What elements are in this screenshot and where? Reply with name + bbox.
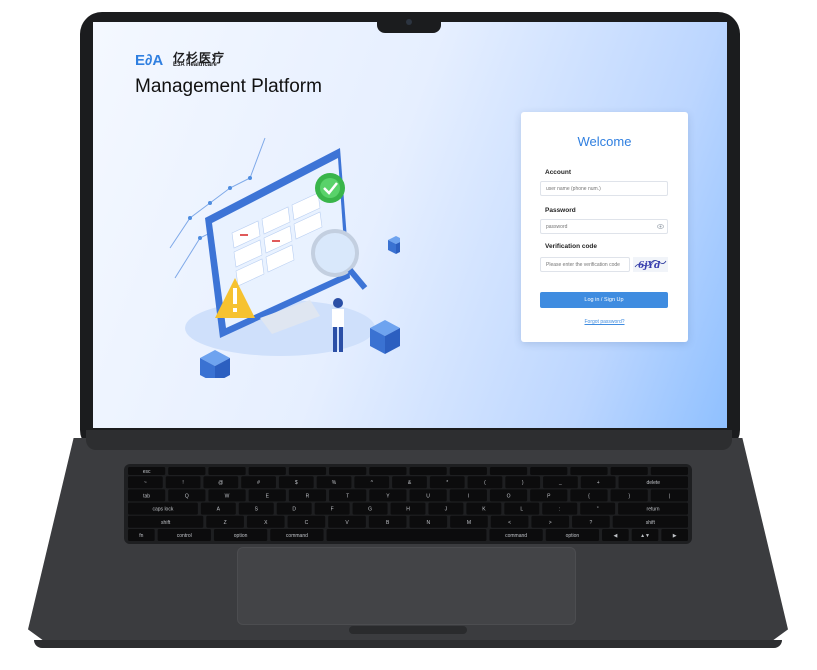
keyboard-key-label: command <box>286 533 308 539</box>
keyboard-key <box>326 529 487 541</box>
account-input[interactable] <box>540 181 668 196</box>
camera-notch <box>377 14 441 33</box>
brand-name-en: E3A Healthcare <box>173 62 217 68</box>
password-input[interactable] <box>540 219 668 234</box>
login-button[interactable]: Log in / Sign Up <box>540 292 668 308</box>
keyboard-key <box>530 467 568 475</box>
password-label: Password <box>545 207 576 214</box>
keyboard-key <box>329 467 367 475</box>
forgot-password-link[interactable]: Forgot password? <box>521 319 688 325</box>
keyboard-key-label: $ <box>295 480 298 486</box>
keyboard-key-label: < <box>508 520 511 526</box>
keyboard-key-label: _ <box>558 480 562 486</box>
keyboard-key-label: @ <box>218 480 223 486</box>
keyboard-key <box>208 467 246 475</box>
keyboard-key-label: Z <box>224 520 227 526</box>
keyboard-key-label: > <box>549 520 552 526</box>
keyboard-key <box>369 467 407 475</box>
account-label: Account <box>545 169 571 176</box>
keyboard-key-label: + <box>597 480 600 486</box>
keyboard-key-label: # <box>257 480 260 486</box>
keyboard-key-label: T <box>346 493 349 499</box>
keyboard-key <box>489 467 528 475</box>
keyboard-key-label: C <box>305 520 309 526</box>
keyboard-key <box>409 467 447 475</box>
keyboard-key-label: D <box>292 507 296 513</box>
keyboard-key-label: control <box>177 533 192 539</box>
keyboard-key-label: | <box>669 493 670 499</box>
keyboard-key-label: option <box>234 533 248 539</box>
welcome-heading: Welcome <box>577 134 632 149</box>
keyboard-key-label: ▲▼ <box>640 533 650 539</box>
keyboard-key-label: O <box>507 493 511 499</box>
keyboard-keys: esc~! @ # $% ^ & *() _ + deletetab Q W E R T Y U I O P{} |ca… <box>128 467 688 541</box>
keyboard-key-label: % <box>332 480 337 486</box>
keyboard-key-label: L <box>520 507 523 513</box>
keyboard-key-label: H <box>406 507 410 513</box>
keyboard-key-label: shift <box>161 520 171 526</box>
keyboard-key-label: ▶ <box>673 533 677 539</box>
keyboard-key-label: I <box>468 493 469 499</box>
keyboard-key-label: M <box>467 520 471 526</box>
keyboard-key-label: R <box>306 493 310 499</box>
keyboard-key-label: ◀ <box>613 533 617 539</box>
eye-icon[interactable] <box>657 223 664 230</box>
keyboard-key-label: command <box>505 533 527 539</box>
keyboard-key-label: ~ <box>144 480 147 486</box>
keyboard-key-label: option <box>566 533 580 539</box>
captcha-graphic: 6jYd <box>634 260 667 271</box>
keyboard-key-label: * <box>446 480 448 486</box>
svg-text:E∂A: E∂A <box>135 52 163 67</box>
keyboard-key-label: ? <box>590 520 593 526</box>
keyboard-key-label: ! <box>182 480 183 486</box>
keyboard-key <box>610 467 648 475</box>
keyboard-key-label: G <box>368 507 372 513</box>
keyboard-key <box>288 467 327 475</box>
keyboard-key-label: U <box>426 493 430 499</box>
keyboard-key-label: esc <box>143 469 151 475</box>
keyboard-key-label: " <box>597 507 599 513</box>
lid-opener <box>349 626 467 634</box>
keyboard-key <box>570 467 608 475</box>
laptop-hinge <box>86 430 732 450</box>
keyboard-key <box>449 467 487 475</box>
captcha-image[interactable]: 6jYd <box>633 257 668 272</box>
keyboard-key-label: delete <box>646 480 660 486</box>
trackpad <box>237 547 576 625</box>
keyboard-key-label: N <box>427 520 431 526</box>
keyboard-key <box>168 467 206 475</box>
camera-icon <box>406 19 412 25</box>
keyboard-key <box>248 467 286 475</box>
keyboard-key-label: W <box>225 493 230 499</box>
e3a-logo-icon: E∂A <box>135 52 163 67</box>
laptop-front-edge <box>34 640 782 648</box>
keyboard-key-label: shift <box>646 520 656 526</box>
keyboard-key-label: caps lock <box>153 507 174 513</box>
keyboard-key-label: tab <box>143 493 150 499</box>
keyboard-key-label: Q <box>185 493 189 499</box>
page-title: Management Platform <box>135 76 322 97</box>
keyboard-key-label: fn <box>139 533 143 539</box>
verification-label: Verification code <box>545 243 598 250</box>
keyboard: esc ~! @ # $% ^ & *() _ + delete tab Q W E R T Y U I O P{} | ca… <box>124 464 692 544</box>
keyboard-key-label: F <box>331 507 334 513</box>
svg-text:6jYd: 6jYd <box>638 261 661 271</box>
keyboard-key <box>650 467 688 475</box>
keyboard-key-label: return <box>647 507 660 513</box>
dashboard-illustration <box>169 137 400 378</box>
login-card: Welcome Account Password Verification co… <box>521 112 688 342</box>
verification-input[interactable] <box>540 257 630 272</box>
keyboard-key-label: : <box>559 507 560 513</box>
